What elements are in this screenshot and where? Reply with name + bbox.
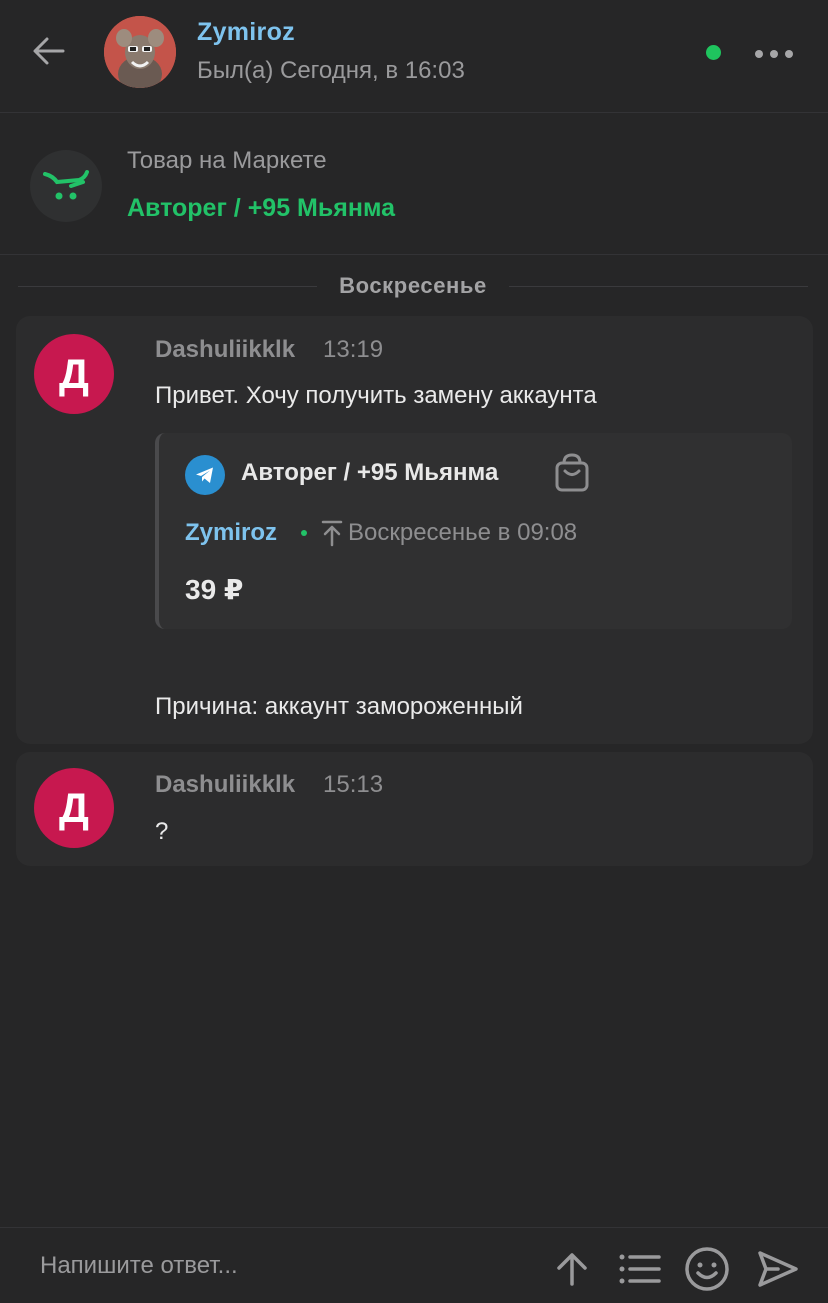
send-icon	[758, 1251, 798, 1287]
raise-up-icon	[321, 520, 343, 547]
quoted-price: 39 ₽	[185, 574, 244, 605]
market-cart-icon	[30, 150, 102, 222]
avatar[interactable]	[104, 16, 176, 88]
quoted-product-card[interactable]: Авторег / +95 Мьянма Zymiroz Воскресенье…	[155, 433, 792, 629]
reply-input[interactable]	[24, 1244, 524, 1288]
online-indicator	[706, 45, 721, 60]
shopping-bag-icon[interactable]	[553, 453, 591, 493]
message-reason-text: Причина: аккаунт замороженный	[155, 693, 523, 720]
quoted-product-title: Авторег / +95 Мьянма	[241, 459, 499, 486]
quoted-date: Воскресенье в 09:08	[348, 519, 578, 546]
chat-window: Zymiroz Был(а) Сегодня, в 16:03 Товар на…	[0, 0, 828, 1303]
message-time: 15:13	[323, 771, 384, 798]
avatar[interactable]: Д	[34, 334, 114, 414]
message-time: 13:19	[323, 336, 384, 363]
chat-header: Zymiroz Был(а) Сегодня, в 16:03	[0, 0, 828, 113]
message-author[interactable]: Dashuliikklk	[155, 336, 295, 364]
message-composer	[0, 1227, 828, 1303]
product-title[interactable]: Авторег / +95 Мьянма	[127, 194, 395, 223]
telegram-icon	[185, 455, 225, 495]
product-banner[interactable]: Товар на Маркете Авторег / +95 Мьянма	[0, 114, 828, 255]
avatar[interactable]: Д	[34, 768, 114, 848]
quoted-seller-name[interactable]: Zymiroz	[185, 519, 277, 547]
message: Д Dashuliikklk 13:19 Привет. Хочу получи…	[16, 316, 813, 744]
message-text: ?	[155, 818, 169, 845]
message: Д Dashuliikklk 15:13 ?	[16, 752, 813, 866]
message-text: Привет. Хочу получить замену аккаунта	[155, 382, 597, 409]
date-divider: Воскресенье	[18, 270, 809, 302]
arrow-up-icon	[557, 1253, 587, 1286]
seller-online-dot	[301, 530, 307, 536]
upload-button[interactable]	[549, 1246, 595, 1292]
more-options-button[interactable]	[750, 36, 798, 72]
back-button[interactable]	[28, 30, 70, 72]
arrow-left-icon	[33, 37, 65, 65]
more-horizontal-icon	[755, 50, 763, 58]
message-author[interactable]: Dashuliikklk	[155, 771, 295, 799]
smile-icon	[685, 1247, 729, 1291]
emoji-button[interactable]	[684, 1246, 730, 1292]
contact-name[interactable]: Zymiroz	[197, 18, 295, 47]
templates-button[interactable]	[616, 1246, 662, 1292]
send-button[interactable]	[754, 1246, 800, 1292]
avatar-image	[104, 16, 176, 88]
last-seen-status: Был(а) Сегодня, в 16:03	[197, 57, 465, 84]
product-caption: Товар на Маркете	[127, 147, 327, 174]
list-icon	[619, 1254, 661, 1284]
date-divider-label: Воскресенье	[339, 273, 487, 298]
